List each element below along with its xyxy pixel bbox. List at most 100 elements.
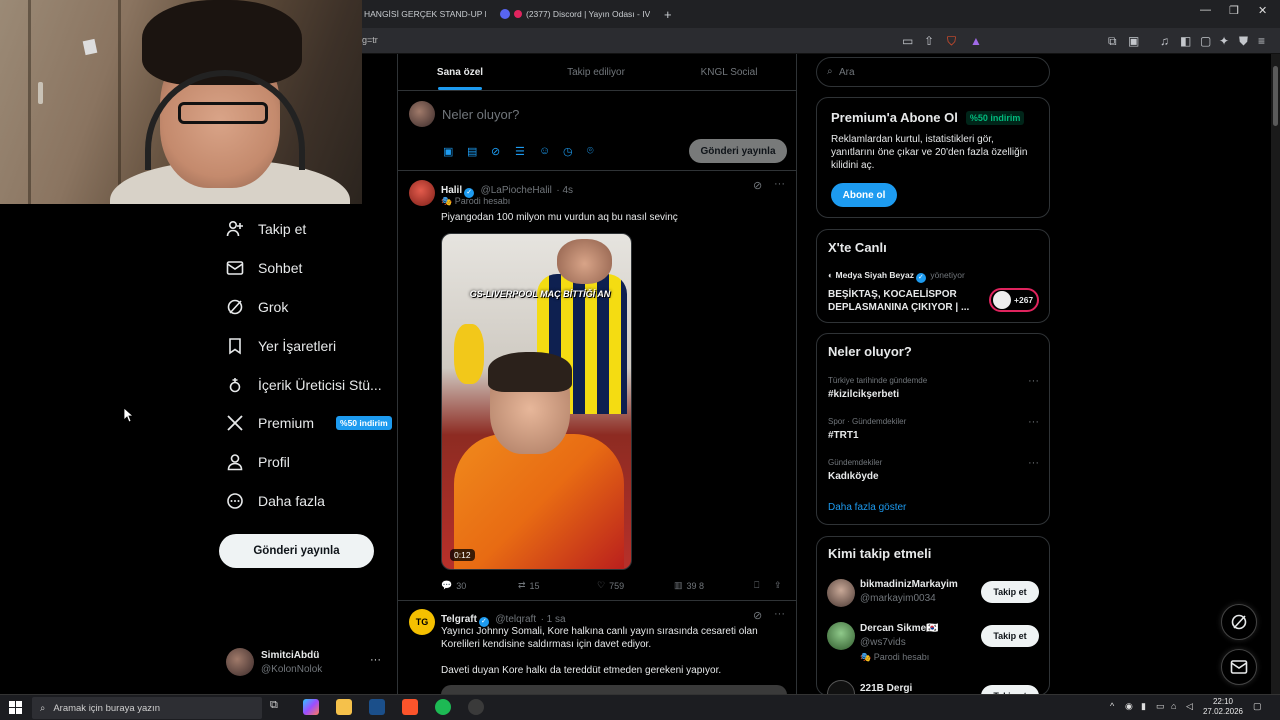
nav-chat[interactable]: Sohbet — [226, 254, 302, 282]
more-icon[interactable]: ··· — [1028, 416, 1039, 428]
compose-input[interactable]: Neler oluyor? — [442, 107, 519, 122]
microphone-icon[interactable]: ▮ — [1141, 701, 1146, 712]
brave-rewards-icon[interactable]: ▲ — [970, 34, 982, 48]
views-button[interactable]: ▥ 39 8 — [674, 580, 704, 591]
tweet-author[interactable]: Telgraft — [441, 614, 477, 625]
tab-kngl-social[interactable]: KNGL Social — [662, 54, 796, 90]
nav-grok[interactable]: Grok — [226, 293, 288, 321]
task-view-icon[interactable]: ⧉ — [270, 699, 286, 715]
extensions-icon[interactable]: ⧉ — [1108, 34, 1117, 49]
live-card[interactable]: X'te Canlı ◐ Medya Siyah Beyaz ✓ yönetiyo… — [816, 229, 1050, 323]
suggestion-name[interactable]: Dercan Sikme🇰🇷 — [860, 623, 939, 634]
tweet-handle[interactable]: @telqraft — [495, 614, 536, 625]
share-icon[interactable]: ⇧ — [924, 34, 934, 48]
compose-post-button[interactable]: Gönderi yayınla — [689, 139, 787, 163]
trend-item[interactable]: Gündemdekiler Kadıköyde ··· — [817, 454, 1049, 490]
spotify-icon[interactable] — [435, 699, 451, 715]
tab-following[interactable]: Takip ediliyor — [530, 54, 662, 90]
schedule-icon[interactable]: ◷ — [563, 145, 573, 158]
display-icon[interactable]: ▭ — [1156, 701, 1165, 712]
like-button[interactable]: ♡ 759 — [597, 580, 624, 591]
new-tab-button[interactable]: + — [664, 3, 672, 25]
nav-follow[interactable]: Takip et — [226, 215, 306, 243]
grok-icon[interactable]: ⊘ — [753, 609, 762, 622]
browser-tab[interactable]: HANGİSİ GERÇEK STAND-UP KOM — [364, 3, 486, 25]
bookmark-button[interactable]: ⎕ — [754, 580, 759, 591]
taskbar-search-input[interactable]: Aramak için buraya yazın — [53, 703, 160, 714]
cast-icon[interactable]: ▭ — [902, 34, 913, 48]
tray-chevron-icon[interactable]: ^ — [1110, 701, 1114, 711]
suggestion-name[interactable]: 221B Dergi — [860, 683, 912, 694]
suggestion-name[interactable]: bikmadinizMarkayim — [860, 579, 958, 590]
more-icon[interactable]: ··· — [774, 608, 785, 620]
page-scrollbar[interactable] — [1271, 54, 1280, 694]
poll-icon[interactable]: ☰ — [515, 145, 525, 158]
emoji-icon[interactable]: ☺ — [539, 145, 550, 157]
maximize-button[interactable]: ❐ — [1229, 4, 1239, 17]
minimize-button[interactable]: — — [1200, 4, 1211, 16]
search-bar[interactable]: ⌕ Ara — [816, 57, 1050, 87]
tweet[interactable]: TG Telgraft ✓ @telqraft · 1 sa ⊘ ··· Yayı… — [398, 601, 796, 694]
wallet-icon[interactable]: ▢ — [1200, 34, 1211, 48]
screenshot-icon[interactable]: ▣ — [1128, 34, 1139, 48]
grok-float-button[interactable] — [1221, 604, 1257, 640]
avatar[interactable] — [827, 579, 855, 607]
volume-icon[interactable]: ◁ — [1186, 701, 1193, 712]
tweet[interactable]: Halil ✓ @LaPiocheHalil · 4s ⊘ ··· 🎭 Parod… — [398, 171, 796, 601]
trend-item[interactable]: Türkiye tarihinde gündemde #kizilcikşerb… — [817, 372, 1049, 408]
tweet-time[interactable]: · 4s — [556, 185, 573, 196]
nav-creator-studio[interactable]: İçerik Üreticisi Stü... — [226, 371, 382, 399]
share-button[interactable]: ⇪ — [774, 580, 782, 591]
sidebar-icon[interactable]: ◧ — [1180, 34, 1191, 48]
tab-for-you[interactable]: Sana özel — [398, 54, 522, 90]
post-button[interactable]: Gönderi yayınla — [219, 534, 374, 568]
tray-app-icon[interactable]: ◉ — [1125, 701, 1133, 712]
search-input[interactable]: Ara — [839, 67, 855, 78]
vpn-icon[interactable]: ⛊ — [1239, 34, 1248, 49]
location-icon[interactable]: ⌾ — [587, 145, 594, 158]
more-icon[interactable]: ··· — [774, 178, 785, 190]
live-listeners[interactable]: +267 — [989, 288, 1039, 312]
nav-bookmarks[interactable]: Yer İşaretleri — [226, 332, 336, 360]
more-icon[interactable]: ··· — [1028, 457, 1039, 469]
obs-icon[interactable] — [468, 699, 484, 715]
messages-float-button[interactable] — [1221, 649, 1257, 685]
browser-tab-discord[interactable]: (2377) Discord | Yayın Odası - IV — [500, 3, 650, 25]
nav-more[interactable]: Daha fazla — [226, 487, 325, 515]
follow-button[interactable]: Takip et — [981, 581, 1039, 603]
account-more-icon[interactable]: ··· — [370, 654, 381, 666]
taskbar-clock[interactable]: 22:10 27.02.2026 — [1200, 697, 1246, 717]
more-icon[interactable]: ··· — [1028, 375, 1039, 387]
copilot-icon[interactable] — [303, 699, 319, 715]
avatar[interactable]: TG — [409, 609, 435, 635]
image-icon[interactable]: ▣ — [443, 145, 453, 158]
trend-item[interactable]: Spor · Gündemdekiler #TRT1 ··· — [817, 413, 1049, 449]
tweet-time[interactable]: · 1 sa — [541, 614, 566, 625]
notification-icon[interactable]: ▢ — [1253, 701, 1262, 712]
account-switcher[interactable]: SimitciAbdü @KolonNolok ··· — [226, 648, 386, 680]
gif-icon[interactable]: ▤ — [467, 145, 477, 158]
tweet-media[interactable] — [441, 685, 787, 694]
close-window-button[interactable]: ✕ — [1258, 4, 1267, 17]
avatar[interactable] — [409, 180, 435, 206]
brave-icon[interactable] — [402, 699, 418, 715]
repost-button[interactable]: ⇄ 15 — [518, 580, 540, 591]
suggestion-handle[interactable]: @markayim0034 — [860, 593, 936, 604]
steam-icon[interactable] — [369, 699, 385, 715]
show-more-link[interactable]: Daha fazla göster — [828, 502, 906, 513]
avatar[interactable] — [827, 622, 855, 650]
media-icon[interactable]: ♫ — [1160, 34, 1169, 48]
follow-button[interactable]: Takip et — [981, 625, 1039, 647]
tweet-handle[interactable]: @LaPiocheHalil — [481, 185, 552, 196]
network-icon[interactable]: ⌂ — [1171, 701, 1176, 711]
windows-start-icon[interactable] — [9, 701, 22, 714]
subscribe-button[interactable]: Abone ol — [831, 183, 897, 207]
address-text[interactable]: g=tr — [362, 35, 378, 45]
tweet-video[interactable]: GS-LIVERPOOL MAÇ BİTTİĞİ AN 0:12 — [441, 233, 632, 570]
tweet-author[interactable]: Halil — [441, 185, 462, 196]
nav-premium[interactable]: Premium %50 indirim — [226, 409, 392, 437]
reply-button[interactable]: 💬 30 — [441, 580, 466, 591]
scrollbar-thumb[interactable] — [1273, 66, 1278, 126]
leo-ai-icon[interactable]: ✦ — [1219, 34, 1229, 48]
suggestion-handle[interactable]: @ws7vids — [860, 637, 906, 648]
